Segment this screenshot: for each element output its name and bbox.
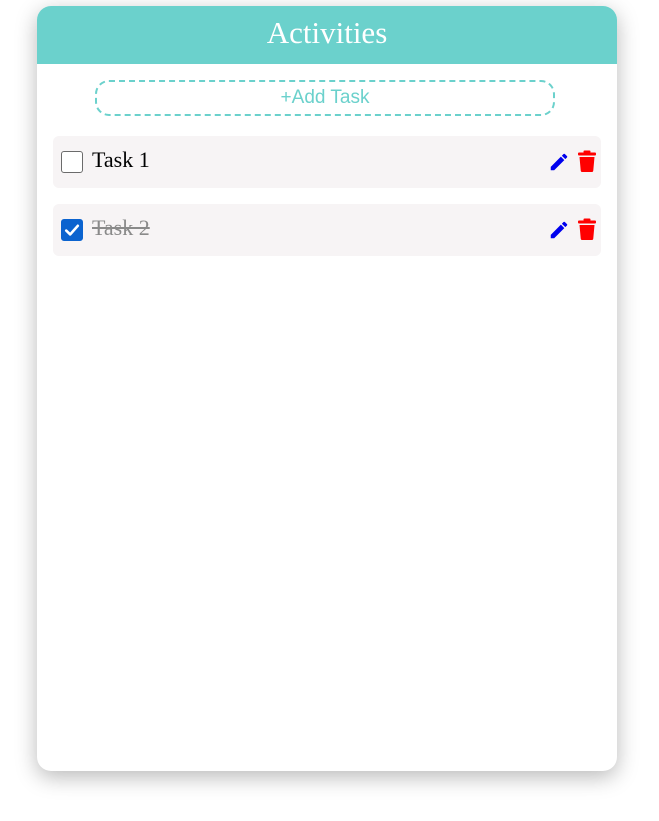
pencil-icon[interactable] [548, 151, 570, 173]
task-item: Task 2 [53, 204, 601, 256]
activities-card: Activities +Add Task Task 1 Task 2 [37, 6, 617, 771]
add-task-button[interactable]: +Add Task [95, 80, 555, 116]
task-checkbox[interactable] [61, 151, 83, 173]
task-label: Task 2 [92, 215, 150, 240]
header: Activities [37, 6, 617, 64]
task-label: Task 1 [92, 147, 150, 172]
page-title: Activities [266, 14, 388, 50]
checkmark-icon [64, 224, 80, 236]
pencil-icon[interactable] [548, 219, 570, 241]
task-item: Task 1 [53, 136, 601, 188]
task-checkbox-checked[interactable] [61, 219, 83, 241]
trash-icon[interactable] [578, 218, 596, 240]
trash-icon[interactable] [578, 150, 596, 172]
